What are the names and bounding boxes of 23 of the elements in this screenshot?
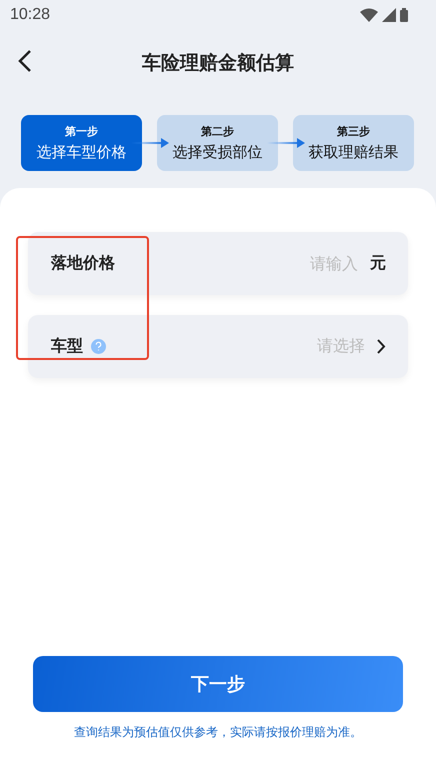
page-title: 车险理赔金额估算 bbox=[142, 50, 294, 76]
unit-label: 元 bbox=[370, 253, 386, 274]
step-number: 第二步 bbox=[201, 124, 234, 139]
arrow-icon bbox=[266, 138, 304, 148]
next-button[interactable]: 下一步 bbox=[33, 656, 403, 712]
price-input[interactable]: 请输入 bbox=[115, 253, 360, 274]
signal-icon bbox=[382, 8, 396, 22]
step-label: 获取理赔结果 bbox=[308, 143, 398, 162]
wifi-icon bbox=[360, 8, 378, 22]
battery-icon bbox=[400, 8, 408, 22]
step-label: 选择车型价格 bbox=[36, 143, 126, 162]
disclaimer-text: 查询结果为预估值仅供参考，实际请按报价理赔为准。 bbox=[74, 724, 362, 741]
step-tab[interactable]: 第三步 获取理赔结果 bbox=[293, 115, 414, 171]
step-number: 第三步 bbox=[337, 124, 370, 139]
status-time: 10:28 bbox=[10, 6, 50, 24]
chevron-right-icon bbox=[377, 339, 386, 354]
back-button[interactable] bbox=[16, 48, 34, 74]
step-number: 第一步 bbox=[65, 124, 98, 139]
step-label: 选择受损部位 bbox=[172, 143, 262, 162]
field-label: 落地价格 bbox=[51, 253, 115, 274]
step-tab[interactable]: 第二步 选择受损部位 bbox=[157, 115, 278, 171]
step-tab[interactable]: 第一步 选择车型价格 bbox=[21, 115, 142, 171]
field-label: 车型 bbox=[51, 336, 83, 357]
